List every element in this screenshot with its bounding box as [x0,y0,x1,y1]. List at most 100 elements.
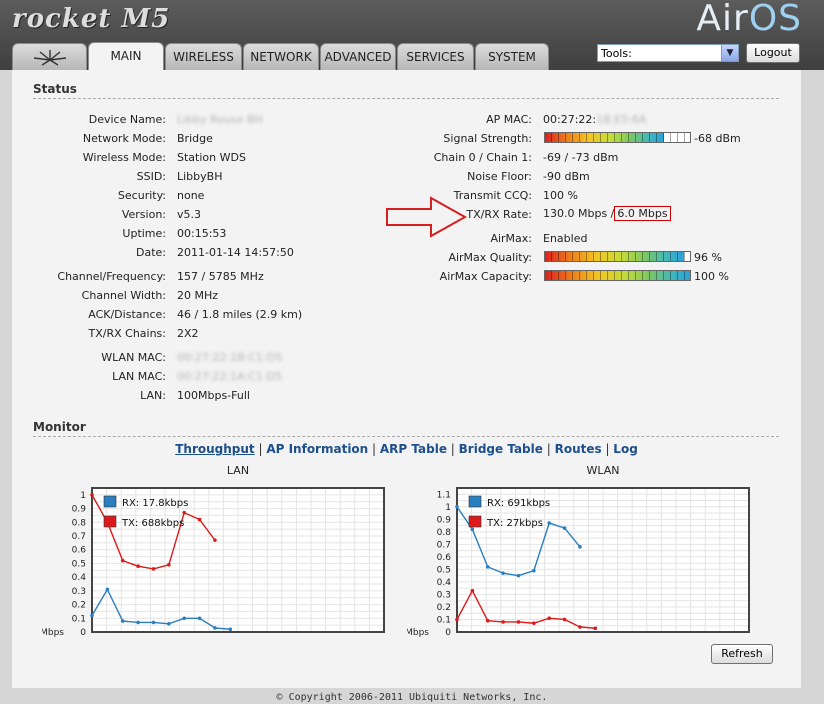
wlan-ylabel: Mbps [407,628,429,638]
wlan-data-point [485,565,490,569]
link-ap-information[interactable]: AP Information [266,442,368,456]
monitor-title: Monitor [33,420,86,434]
link-bridge-table[interactable]: Bridge Table [459,442,543,456]
channel-frequency-value: 157 / 5785 MHz [177,270,264,283]
signal-strength-bar [544,132,691,143]
airmax-capacity-value: 100 % [694,270,729,283]
wlan-ytick-label: 0.3 [437,590,451,600]
lan-legend-label: TX: 688kbps [121,518,184,529]
lan-ytick-label: 0 [80,628,86,638]
link-routes[interactable]: Routes [555,442,602,456]
lan-data-point [151,567,156,571]
airmax-value: Enabled [543,232,588,245]
channel-width-label: Channel Width: [81,289,166,302]
chevron-down-icon[interactable]: ▼ [721,45,738,61]
wlan-ytick-label: 0.7 [437,540,451,550]
lan-ytick-label: 0.4 [72,573,87,583]
lan-mac-label: LAN MAC: [112,370,166,383]
channel-width-value: 20 MHz [177,289,219,302]
ack-distance-value: 46 / 1.8 miles (2.9 km) [177,308,303,321]
wlan-ytick-label: 1 [445,503,451,513]
airmax-quality-value: 96 % [694,251,722,264]
link-throughput[interactable]: Throughput [175,442,254,456]
lan-data-point [167,563,171,567]
ubiquiti-logo-icon [33,50,66,66]
wlan-data-point [485,618,490,623]
lan-throughput-chart: LAN 0 0.1 0.2 0.3 0.4 0.5 0.6 0.7 0.8 0.9 1 Mbps RX: … [42,464,385,638]
tab-ubnt-logo[interactable] [12,43,87,70]
wlan-data-point [578,625,582,629]
wlan-legend-swatch [468,495,482,508]
wireless-mode-label: Wireless Mode: [82,151,166,164]
noise-floor-label: Noise Floor: [467,170,532,183]
lan-legend-swatch [103,495,117,508]
txrx-chains-value: 2X2 [177,327,199,340]
rocket-logo: rocket M5 [12,4,171,34]
wireless-mode-value: Station WDS [177,151,246,164]
airmax-quality-label: AirMax Quality: [448,251,532,264]
link-log[interactable]: Log [613,442,637,456]
tab-services[interactable]: SERVICES [397,43,474,70]
network-mode-label: Network Mode: [82,132,166,145]
lan-ytick-label: 0.6 [72,546,87,556]
lan-data-point [182,616,187,621]
transmit-ccq-value: 100 % [543,189,578,202]
lan-data-point [213,626,217,630]
tab-network[interactable]: NETWORK [243,43,319,70]
lan-data-point [213,538,217,542]
lan-ylabel: Mbps [42,628,64,638]
lan-ytick-label: 0.2 [72,601,86,611]
wlan-ytick-label: 1.1 [437,490,451,500]
wlan-data-point [516,620,521,624]
tab-main[interactable]: MAIN [88,42,164,70]
wlan-data-point [562,617,567,622]
monitor-divider [33,436,779,437]
refresh-button[interactable]: Refresh [711,644,773,664]
chain-value: -69 / -73 dBm [543,151,619,164]
lan-data-point [136,564,140,568]
lan-ytick-label: 0.1 [72,614,86,624]
header-bar: rocket M5 AirOS MAIN WIRELESS NETWORK AD… [0,0,824,70]
red-arrow-icon [386,196,467,238]
wlan-data-point [501,571,505,575]
uptime-value: 00:15:53 [177,227,227,240]
signal-strength-label: Signal Strength: [443,132,532,145]
wlan-data-point [455,504,459,509]
wlan-data-point [562,526,567,530]
wlan-ytick-label: 0.1 [437,615,451,625]
wlan-data-point [470,527,475,532]
wlan-data-point [547,616,552,621]
ap-mac-hidden: 1B:E5:6A [596,113,647,126]
lan-data-point [120,558,125,563]
status-divider [33,98,779,99]
lan-data-point [105,587,110,592]
link-arp-table[interactable]: ARP Table [380,442,447,456]
version-value: v5.3 [177,208,202,221]
tab-system[interactable]: SYSTEM [475,43,549,70]
logout-button[interactable]: Logout [746,43,800,63]
signal-strength-value: -68 dBm [694,132,741,145]
wlan-ytick-label: 0.4 [437,578,452,588]
wlan-data-point [532,568,536,573]
airmax-capacity-bar [544,270,691,281]
lan-data-point [228,627,233,632]
security-value: none [177,189,205,202]
rx-rate-highlight: 6.0 Mbps [614,206,671,221]
wlan-mac-label: WLAN MAC: [101,351,166,364]
tab-wireless[interactable]: WIRELESS [165,43,242,70]
wlan-legend-label: TX: 27kbps [486,518,543,529]
wlan-chart-title: WLAN [586,464,619,477]
wlan-ytick-label: 0.6 [437,553,452,563]
lan-ytick-label: 1 [80,491,86,501]
wlan-mac-value: 00:27:22:1B:C1:D5 [177,351,283,364]
lan-legend-swatch [103,515,117,528]
ack-distance-label: ACK/Distance: [88,308,166,321]
wlan-ytick-label: 0.9 [437,515,452,525]
wlan-data-point [501,620,505,624]
tab-advanced[interactable]: ADVANCED [320,43,396,70]
airmax-label: AirMax: [490,232,532,245]
uptime-label: Uptime: [122,227,166,240]
network-mode-value: Bridge [177,132,213,145]
version-label: Version: [121,208,166,221]
tools-select[interactable]: Tools: ▼ [597,44,739,62]
